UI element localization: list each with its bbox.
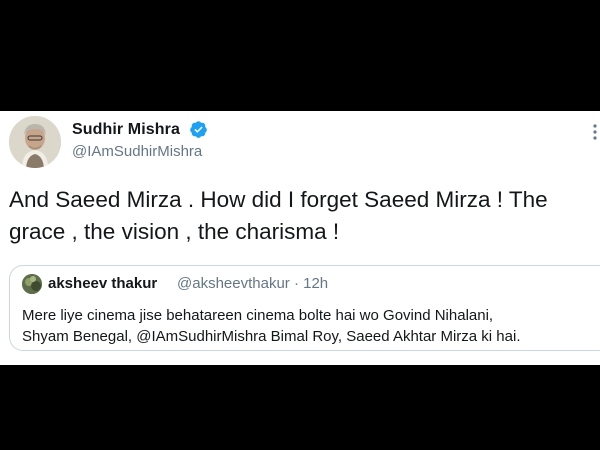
verified-badge-icon: [190, 121, 207, 138]
quoted-text-line: Shyam Benegal, @IAmSudhirMishra Bimal Ro…: [22, 328, 521, 345]
quoted-text-line: Mere liye cinema jise behatareen cinema …: [22, 307, 494, 324]
author-display-name[interactable]: Sudhir Mishra: [72, 121, 180, 139]
more-options-icon[interactable]: [589, 117, 600, 145]
quoted-author-meta: @aksheevthakur · 12h: [177, 275, 329, 292]
tweet-text: And Saeed Mirza . How did I forget Saeed…: [9, 184, 600, 248]
tweet-text-line: grace , the vision , the charisma !: [9, 219, 340, 244]
quoted-tweet-card[interactable]: aksheev thakur @aksheevthakur · 12h Mere…: [9, 265, 600, 351]
quoted-tweet-text: Mere liye cinema jise behatareen cinema …: [22, 305, 521, 347]
quoted-author-name: aksheev thakur: [48, 275, 158, 292]
author-avatar[interactable]: [9, 116, 61, 168]
quoted-author-avatar: [22, 274, 42, 294]
tweet-text-line: And Saeed Mirza . How did I forget Saeed…: [9, 187, 548, 212]
tweet-card: Sudhir Mishra @IAmSudhirMishra And Saeed…: [0, 111, 600, 365]
author-handle[interactable]: @IAmSudhirMishra: [72, 143, 202, 160]
